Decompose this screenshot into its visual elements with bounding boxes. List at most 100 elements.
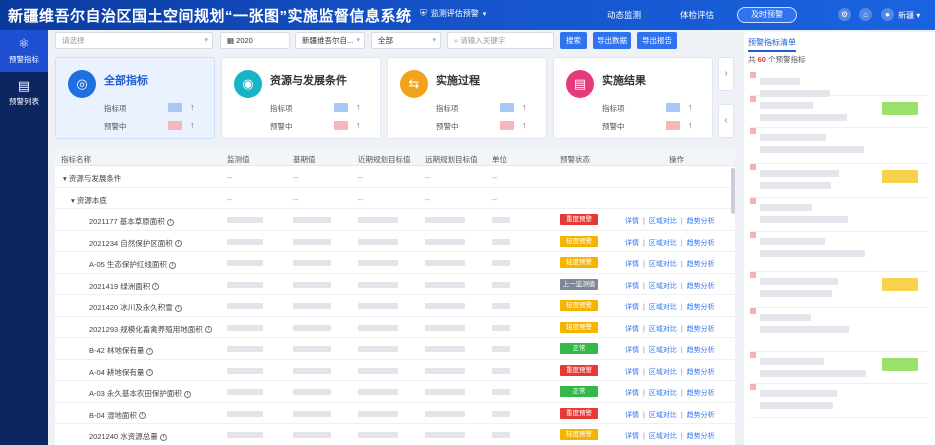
info-icon[interactable]: i [152, 283, 160, 291]
warning-list-item[interactable] [750, 352, 928, 384]
details-link[interactable]: 详情 [625, 240, 639, 247]
table-row[interactable]: 2021293 规模化畜禽养殖用地面积 i 轻度预警 详情 | 区域对比 | 趋势分析 [55, 317, 735, 338]
caret-down-icon[interactable]: ▾ [63, 174, 67, 183]
trend-analysis-link[interactable]: 趋势分析 [687, 240, 715, 247]
nav-dynamic-monitor[interactable]: 动态监测 [607, 9, 641, 21]
region-compare-link[interactable]: 区域对比 [649, 433, 677, 440]
sidebar-item-warning-indicators[interactable]: ⚛ 预警指标 [0, 30, 48, 72]
card-all-indicators[interactable]: ◎ 全部指标 指标项 预警中 ↑ ↑ [55, 57, 215, 139]
details-link[interactable]: 详情 [625, 304, 639, 311]
warning-list-item[interactable] [750, 96, 928, 128]
table-row[interactable]: 2021419 绿洲面积 i 上一监测值为 详情 | 区域对比 | 趋势分析 [55, 274, 735, 299]
user-avatar-icon[interactable]: ● [881, 8, 894, 21]
warning-list-item[interactable] [750, 198, 928, 232]
region-compare-link[interactable]: 区域对比 [649, 369, 677, 376]
trend-analysis-link[interactable]: 趋势分析 [687, 304, 715, 311]
trend-analysis-link[interactable]: 趋势分析 [687, 261, 715, 268]
warning-list-item[interactable] [750, 72, 928, 97]
info-icon[interactable]: i [183, 390, 191, 398]
info-icon[interactable]: i [204, 326, 212, 334]
table-scrollbar[interactable] [731, 168, 735, 214]
export-data-button[interactable]: 导出数据 [593, 32, 631, 49]
card-implementation-process[interactable]: ⇆ 实施过程 指标项 预警中 ↑ ↑ [387, 57, 547, 139]
trend-analysis-link[interactable]: 趋势分析 [687, 326, 715, 333]
trend-analysis-link[interactable]: 趋势分析 [687, 412, 715, 419]
region-compare-link[interactable]: 区域对比 [649, 240, 677, 247]
masked-value [358, 367, 398, 374]
region-compare-link[interactable]: 区域对比 [649, 261, 677, 268]
info-icon[interactable]: i [159, 433, 167, 441]
table-group-row[interactable]: ▾ 资源与发展条件 -- -- -- -- -- [55, 166, 735, 188]
details-link[interactable]: 详情 [625, 412, 639, 419]
table-subgroup-row[interactable]: ▾ 资源本底 -- -- -- -- -- [55, 188, 735, 209]
year-picker[interactable]: ▦ 2020 [220, 32, 290, 49]
table-row[interactable]: 2021177 基本草原面积 i 重度预警 详情 | 区域对比 | 趋势分析 [55, 209, 735, 231]
region-compare-link[interactable]: 区域对比 [649, 218, 677, 225]
region-select[interactable]: 新疆维吾尔自... ▾ [295, 32, 365, 49]
cards-next-button[interactable]: › [718, 57, 734, 91]
card-implementation-result[interactable]: ▤ 实施结果 指标项 预警中 ↑ ↑ [553, 57, 713, 139]
info-icon[interactable]: i [174, 304, 182, 312]
search-button[interactable]: 搜索 [560, 32, 587, 49]
home-icon[interactable]: ⌂ [859, 8, 872, 21]
info-icon[interactable]: i [138, 412, 146, 420]
region-compare-link[interactable]: 区域对比 [649, 347, 677, 354]
warning-list-item[interactable] [750, 232, 928, 272]
info-icon[interactable]: i [168, 261, 176, 269]
export-report-button[interactable]: 导出报告 [637, 32, 677, 49]
info-icon[interactable]: i [174, 240, 182, 248]
details-link[interactable]: 详情 [625, 433, 639, 440]
info-icon[interactable]: i [146, 369, 154, 377]
sidebar-item-label: 预警指标 [9, 55, 39, 64]
details-link[interactable]: 详情 [625, 390, 639, 397]
trend-analysis-link[interactable]: 趋势分析 [687, 433, 715, 440]
region-compare-link[interactable]: 区域对比 [649, 283, 677, 290]
details-link[interactable]: 详情 [625, 369, 639, 376]
table-row[interactable]: B-04 湿地面积 i 重度预警 详情 | 区域对比 | 趋势分析 [55, 403, 735, 424]
timely-warning-button[interactable]: 及时预警 [737, 7, 797, 23]
caret-down-icon[interactable]: ▾ [71, 196, 75, 205]
info-icon[interactable]: i [166, 218, 174, 226]
table-row[interactable]: 2021240 水资源总量 i 轻度预警 详情 | 区域对比 | 趋势分析 [55, 424, 735, 445]
status-badge: 轻度预警 [560, 429, 598, 440]
warning-list-item[interactable] [750, 128, 928, 164]
details-link[interactable]: 详情 [625, 261, 639, 268]
trend-analysis-link[interactable]: 趋势分析 [687, 218, 715, 225]
info-icon[interactable]: i [146, 347, 154, 355]
warning-list-item[interactable] [750, 308, 928, 352]
category-select[interactable]: 请选择 ▾ [55, 32, 213, 49]
settings-icon[interactable]: ⚙ [838, 8, 851, 21]
region-compare-link[interactable]: 区域对比 [649, 304, 677, 311]
region-compare-link[interactable]: 区域对比 [649, 412, 677, 419]
warning-list-item[interactable] [750, 384, 928, 418]
region-compare-link[interactable]: 区域对比 [649, 390, 677, 397]
card-resource-conditions[interactable]: ◉ 资源与发展条件 指标项 预警中 ↑ ↑ [221, 57, 381, 139]
table-row[interactable]: B-42 林地保有量 i 正常 详情 | 区域对比 | 趋势分析 [55, 338, 735, 360]
trend-analysis-link[interactable]: 趋势分析 [687, 369, 715, 376]
table-row[interactable]: 2021234 自然保护区面积 i 轻度预警 详情 | 区域对比 | 趋势分析 [55, 231, 735, 252]
region-compare-link[interactable]: 区域对比 [649, 326, 677, 333]
keyword-input[interactable]: ⌕ 请输入关键字 [447, 32, 554, 49]
warning-list-item[interactable] [750, 272, 928, 308]
trend-analysis-link[interactable]: 趋势分析 [687, 390, 715, 397]
masked-value [293, 324, 331, 331]
details-link[interactable]: 详情 [625, 283, 639, 290]
details-link[interactable]: 详情 [625, 347, 639, 354]
cards-prev-button[interactable]: ‹ [718, 104, 734, 138]
nav-health-check[interactable]: 体检评估 [680, 9, 714, 21]
trend-analysis-link[interactable]: 趋势分析 [687, 283, 715, 290]
chevron-down-icon: ▾ [204, 37, 208, 44]
table-row[interactable]: A-03 永久基本农田保护面积 i 正常 详情 | 区域对比 | 趋势分析 [55, 381, 735, 403]
table-row[interactable]: A-05 生态保护红线面积 i 轻度预警 详情 | 区域对比 | 趋势分析 [55, 252, 735, 274]
status-badge: 重度预警 [560, 214, 598, 225]
user-name[interactable]: 新疆 ▾ [898, 10, 920, 21]
details-link[interactable]: 详情 [625, 218, 639, 225]
warning-list-item[interactable] [750, 164, 928, 198]
sidebar-item-warning-list[interactable]: ▤ 预警列表 [0, 72, 48, 114]
scope-select[interactable]: 全部 ▾ [371, 32, 441, 49]
trend-analysis-link[interactable]: 趋势分析 [687, 347, 715, 354]
module-select[interactable]: ⛨ 监测评估预警 ▾ [420, 8, 486, 19]
table-row[interactable]: 2021420 冰川及永久积雪 i 轻度预警 详情 | 区域对比 | 趋势分析 [55, 295, 735, 317]
details-link[interactable]: 详情 [625, 326, 639, 333]
table-row[interactable]: A-04 耕地保有量 i 重度预警 详情 | 区域对比 | 趋势分析 [55, 360, 735, 381]
